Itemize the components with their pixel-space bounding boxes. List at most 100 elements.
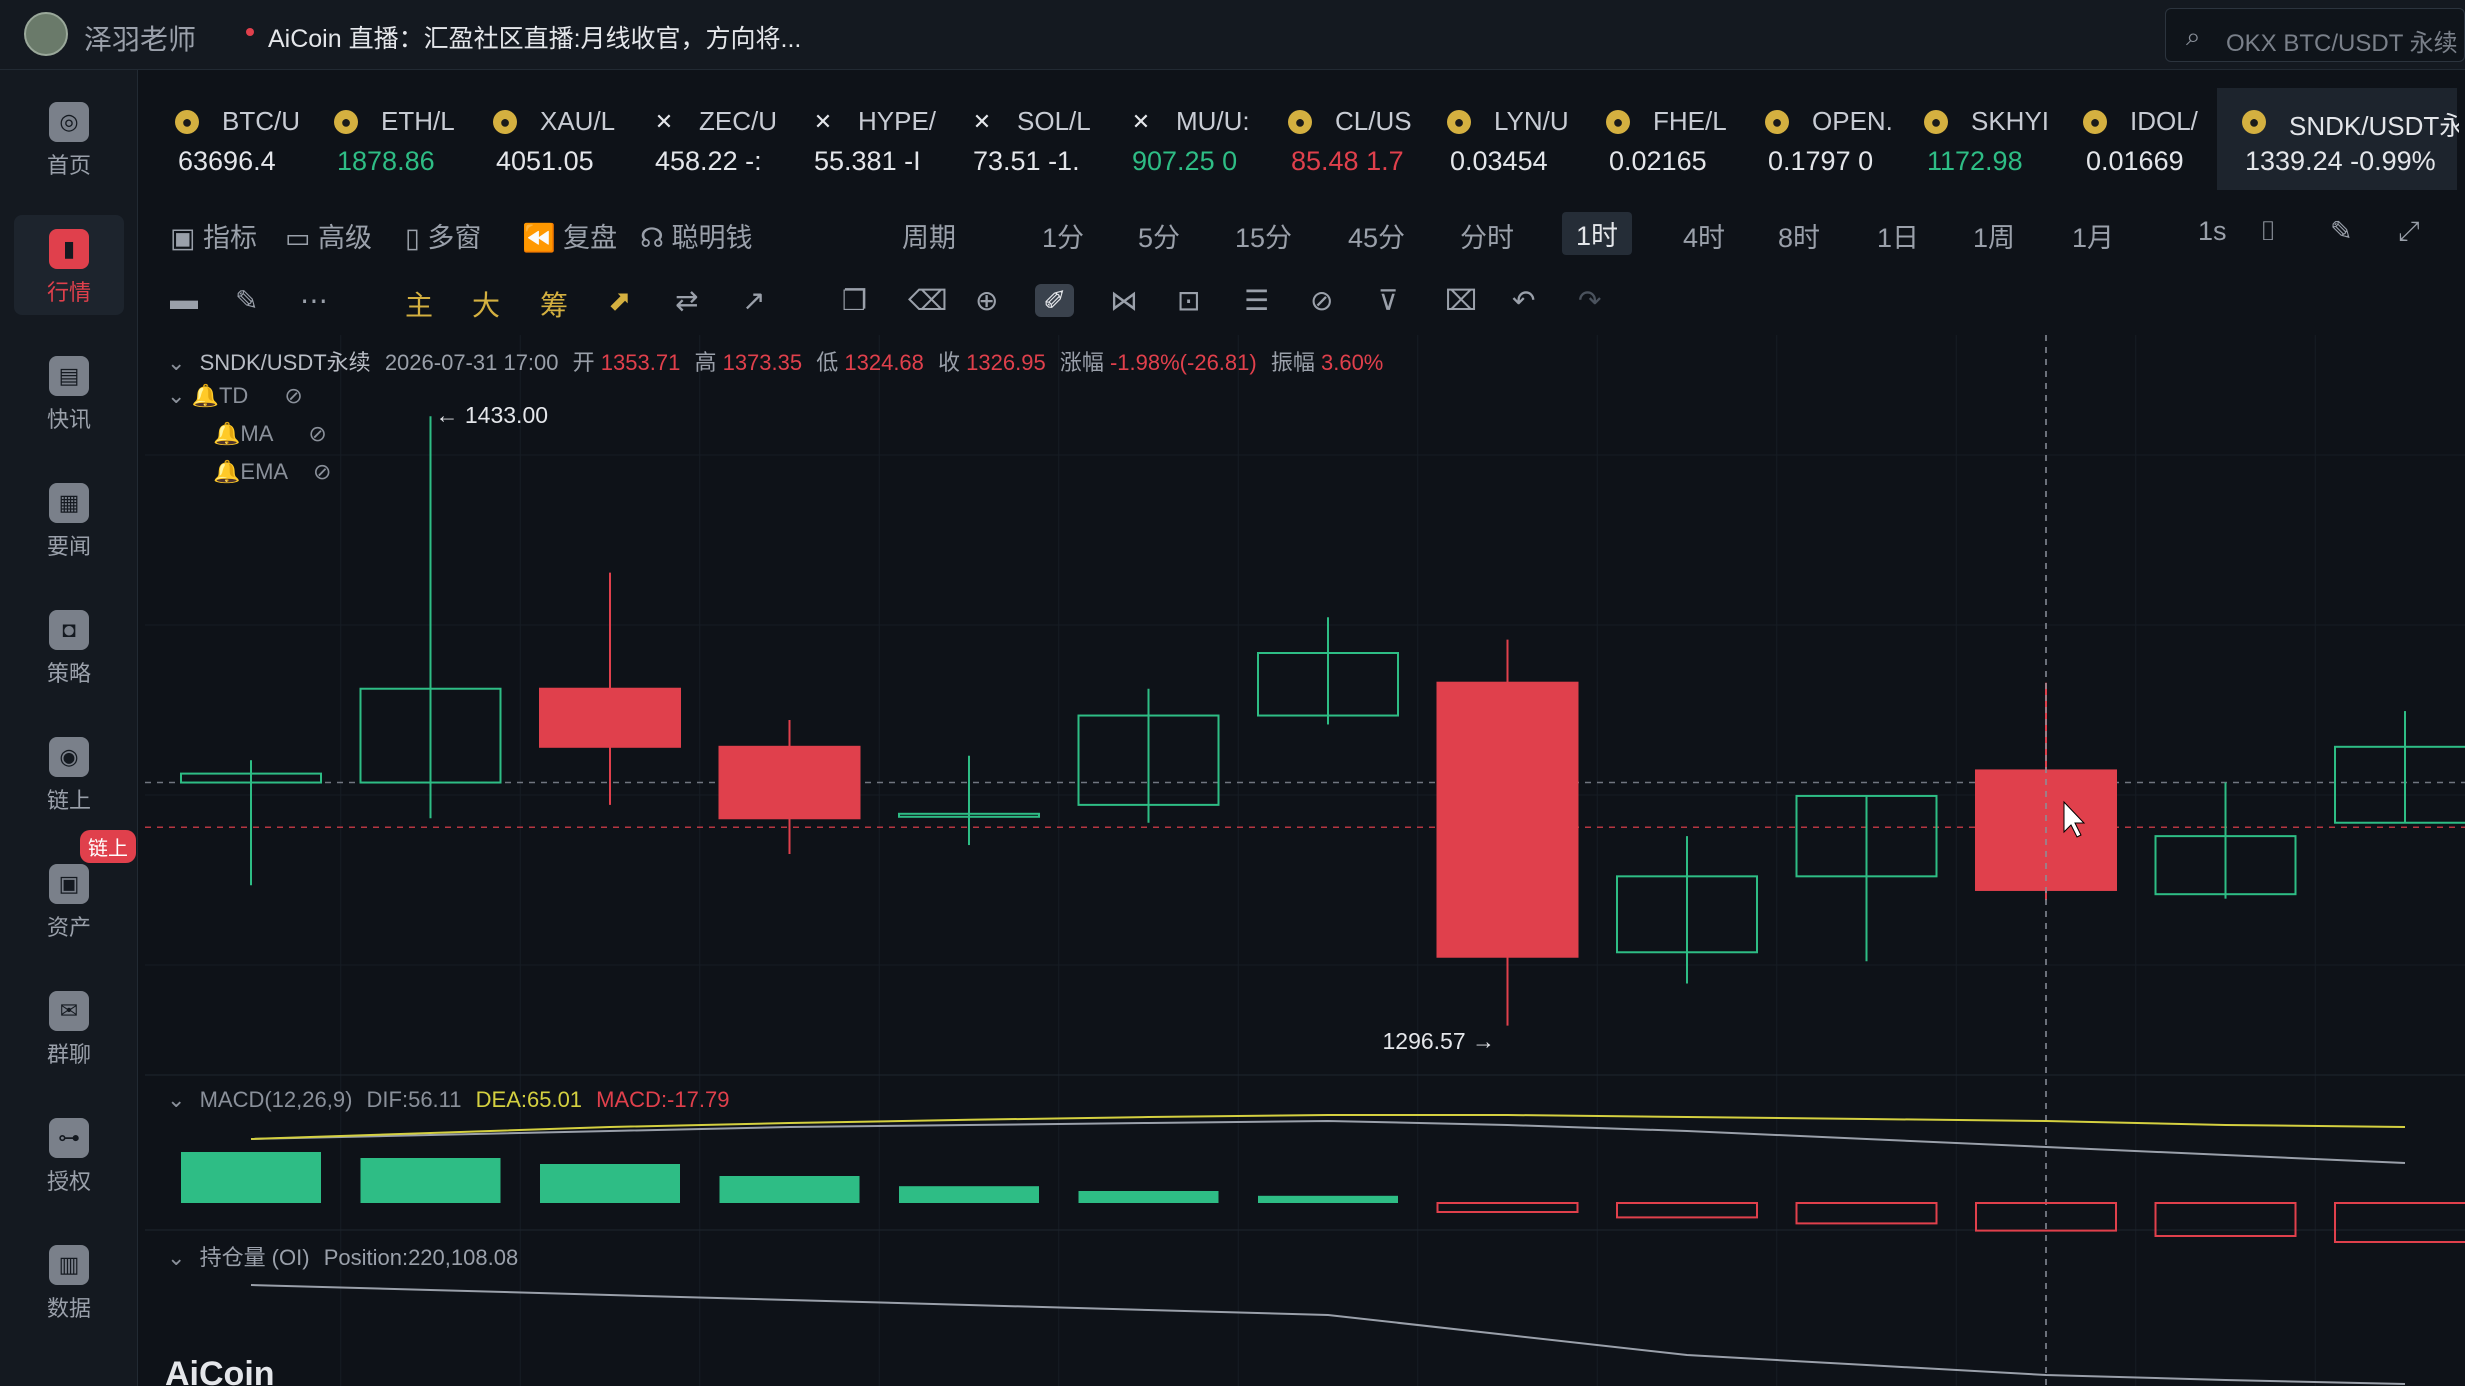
pencil-icon[interactable]: ✎: [2330, 216, 2353, 247]
ticker-item[interactable]: ● XAU/L 4051.05: [468, 88, 628, 190]
ticker-item[interactable]: ● LYN/U 0.03454: [1422, 88, 1582, 190]
market-chart-icon: ▮: [49, 229, 89, 269]
search-box[interactable]: ⌕ OKX BTC/USDT 永续: [2165, 8, 2465, 62]
ticker-item[interactable]: ✕ SOL/L 73.51 -1.: [945, 88, 1105, 190]
toolbar-item-12[interactable]: 4时: [1683, 216, 1725, 255]
toolbar-item-5[interactable]: 周期: [902, 216, 956, 255]
toolbar-item-6[interactable]: 1分: [1042, 216, 1084, 255]
toolbar-item-13[interactable]: 8时: [1778, 216, 1820, 255]
macd-dea: DEA:65.01: [475, 1087, 583, 1112]
camera-icon[interactable]: ⌷: [2260, 216, 2276, 248]
sidebar-item-label: 群聊: [46, 1042, 91, 1067]
username[interactable]: 泽羽老师: [84, 18, 196, 58]
undo-icon[interactable]: ↶: [1512, 284, 1535, 317]
ticker-item[interactable]: ● IDOL/0.01669: [2058, 88, 2218, 190]
trash-icon[interactable]: ⌧: [1445, 284, 1477, 317]
robot-icon: ◘: [49, 610, 89, 650]
legend-open: 1353.71: [600, 350, 681, 375]
eraser-icon[interactable]: ⌫: [908, 284, 948, 317]
ticker-item[interactable]: ● OPEN. 0.1797 0: [1740, 88, 1900, 190]
toolbar-item-15[interactable]: 1周: [1973, 216, 2015, 255]
x-exchange-icon: ✕: [813, 109, 833, 134]
toolbar-item-16[interactable]: 1月: [2072, 216, 2114, 255]
eye-off-icon[interactable]: ⊘: [284, 383, 302, 408]
candlestick-chart[interactable]: [145, 335, 2465, 1386]
lock-icon[interactable]: ⊡: [1177, 284, 1200, 317]
sidebar-item-4[interactable]: ◘ 策略: [14, 596, 124, 696]
sidebar-item-1[interactable]: ▮ 行情: [14, 215, 124, 315]
ticker-item[interactable]: ● FHE/L 0.02165: [1581, 88, 1741, 190]
toolbar-item-9[interactable]: 45分: [1348, 216, 1405, 255]
toolbar-item-4[interactable]: ☊ 聪明钱: [640, 216, 752, 255]
main-chart-toggle[interactable]: 主: [405, 284, 433, 324]
ticker-item[interactable]: ● BTC/U 63696.4: [150, 88, 310, 190]
brush-icon[interactable]: ✎: [235, 284, 258, 317]
ticker-name: ZEC/U: [699, 106, 777, 136]
toolbar-item-7[interactable]: 5分: [1138, 216, 1180, 255]
sidebar-item-7[interactable]: ✉ 群聊: [14, 977, 124, 1077]
sidebar-item-0[interactable]: ◎ 首页: [14, 88, 124, 188]
sidebar-item-3[interactable]: ▦ 要闻: [14, 469, 124, 569]
toolbar-item-8[interactable]: 15分: [1235, 216, 1292, 255]
indicator-td-label: TD: [218, 383, 249, 408]
indicator-td[interactable]: ⌄ 🔔TD ⊘: [167, 383, 303, 409]
macd-bar: [899, 1186, 1039, 1203]
more-icon[interactable]: ⋯: [300, 284, 328, 317]
toolbar-item-label: 1s: [2198, 216, 2227, 246]
search-input[interactable]: OKX BTC/USDT 永续: [2226, 23, 2458, 58]
sidebar-item-label: 授权: [46, 1169, 91, 1194]
coin-icon: ●: [2242, 110, 2266, 134]
live-broadcast-link[interactable]: AiCoin 直播：汇盈社区直播:月线收官，方向将...: [268, 19, 801, 55]
ticker-item[interactable]: ✕ HYPE/55.381 -I: [786, 88, 946, 190]
copy-icon[interactable]: ❐: [842, 284, 867, 317]
collapse-icon[interactable]: ⌄: [167, 1087, 185, 1112]
compare-icon[interactable]: ⇄: [675, 284, 698, 317]
collapse-icon[interactable]: ⌄: [167, 350, 185, 375]
toolbar-item-11[interactable]: 1时: [1562, 212, 1633, 255]
toolbar-item-3[interactable]: ⏪ 复盘: [522, 216, 617, 255]
fullscreen-icon[interactable]: ⤢: [2398, 216, 2420, 248]
indicator-ma[interactable]: 🔔MA ⊘: [213, 421, 327, 447]
toolbar-item-0[interactable]: ▣ 指标: [170, 216, 257, 255]
magnet-icon[interactable]: ⋈: [1110, 284, 1138, 317]
sidebar-item-6[interactable]: ▣ 资产: [14, 850, 124, 950]
ruler-icon[interactable]: ▬: [170, 284, 198, 316]
redo-icon[interactable]: ↷: [1578, 284, 1601, 317]
toolbar-item-2[interactable]: ▯ 多窗: [405, 216, 481, 255]
sidebar-item-8[interactable]: ⊶ 授权: [14, 1104, 124, 1204]
ticker-item[interactable]: ✕ MU/U: 907.25 0: [1104, 88, 1264, 190]
ticker-item[interactable]: ✕ ZEC/U 458.22 -:: [627, 88, 787, 190]
ticker-item[interactable]: ● SNDK/USDT永 1339.24 -0.99%: [2217, 88, 2459, 190]
edit-list-icon[interactable]: ☰: [1244, 284, 1269, 317]
toolbar-item-1[interactable]: ▭ 高级: [285, 216, 372, 255]
toolbar-item-10[interactable]: 分时: [1460, 216, 1514, 255]
ticker-item[interactable]: ● SKHYI 1172.98: [1899, 88, 2059, 190]
trend-icon[interactable]: ⬈: [608, 284, 631, 317]
macd-legend: ⌄ MACD(12,26,9) DIF:56.11 DEA:65.01 MACD…: [167, 1087, 729, 1113]
toolbar-item-14[interactable]: 1日: [1877, 216, 1919, 255]
toolbar-item-17[interactable]: 1s: [2198, 216, 2227, 247]
legend-low: 1324.68: [844, 350, 924, 375]
collapse-icon[interactable]: ⌄: [167, 1245, 185, 1270]
zoom-icon[interactable]: ⊕: [975, 284, 998, 317]
avatar[interactable]: [24, 12, 68, 56]
ticker-item[interactable]: ● ETH/L 1878.86: [309, 88, 469, 190]
indicator-ema[interactable]: 🔔EMA ⊘: [213, 459, 331, 485]
measure-icon[interactable]: ↗: [742, 284, 765, 317]
legend-high-label: 高: [694, 350, 717, 375]
filter-icon[interactable]: ⊽: [1378, 284, 1399, 317]
sidebar-item-9[interactable]: ▥ 数据: [14, 1231, 124, 1331]
ticker-item[interactable]: ● CL/US 85.48 1.7: [1263, 88, 1423, 190]
macd-bar: [360, 1158, 501, 1203]
candle-body: [1436, 681, 1579, 958]
chart-area[interactable]: ⌄ SNDK/USDT永续 2026-07-31 17:00 开 1353.71…: [145, 335, 2465, 1386]
sidebar-item-5[interactable]: ◉ 链上: [14, 723, 124, 823]
eye-off-icon[interactable]: ⊘: [308, 421, 326, 446]
eye-off-icon[interactable]: ⊘: [313, 459, 331, 484]
link-icon[interactable]: ⊘: [1310, 284, 1333, 317]
sidebar-item-2[interactable]: ▤ 快讯: [14, 342, 124, 442]
chips-toggle[interactable]: 筹: [540, 284, 568, 324]
large-orders-toggle[interactable]: 大: [472, 284, 500, 324]
candle-body: [539, 687, 681, 748]
pen-icon[interactable]: ✐: [1035, 284, 1075, 317]
